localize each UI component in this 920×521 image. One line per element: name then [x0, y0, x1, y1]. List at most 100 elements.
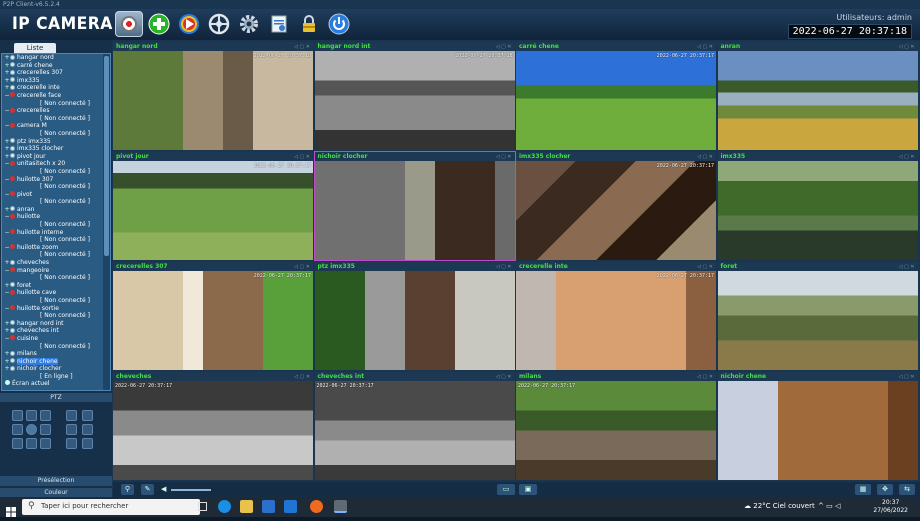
tree-item[interactable]: − mangeoire: [4, 267, 104, 275]
camera-tile[interactable]: imx335 clocher ◁ ▢ ✕ 2022-06-27 20:37:17: [516, 152, 716, 260]
device-tree[interactable]: + hangar nord + carré chene + crecerelles 307…: [1, 53, 111, 391]
mail-taskbar-icon[interactable]: [284, 500, 297, 513]
ptz-down-button[interactable]: [26, 438, 37, 449]
camera-tile[interactable]: ptz imx335 ◁ ▢ ✕: [314, 262, 515, 370]
tree-status-item[interactable]: [ Non connecté ]: [4, 312, 104, 320]
snapshot-button[interactable]: ▣: [519, 484, 537, 495]
expand-icon[interactable]: +: [4, 62, 10, 70]
tree-item[interactable]: + nichoir chene: [4, 357, 104, 366]
iris-close-button[interactable]: [82, 438, 93, 449]
camera-feed[interactable]: [314, 51, 515, 150]
camera-feed[interactable]: [113, 381, 313, 480]
tree-status-item[interactable]: [ Non connecté ]: [4, 236, 104, 244]
camera-feed[interactable]: [314, 161, 515, 260]
tile-controls-icon[interactable]: ◁ ▢ ✕: [294, 264, 310, 270]
tile-controls-icon[interactable]: ◁ ▢ ✕: [496, 44, 512, 50]
camera-tile[interactable]: foret ◁ ▢ ✕: [717, 262, 918, 370]
camera-feed[interactable]: [516, 161, 716, 260]
camera-tile[interactable]: nichoir clocher ◁ ▢ ✕: [313, 151, 516, 261]
camera-feed[interactable]: [717, 381, 918, 480]
camera-tile[interactable]: cheveches ◁ ▢ ✕ 2022-06-27 20:37:17: [113, 372, 313, 480]
expand-icon[interactable]: −: [4, 267, 10, 275]
camera-feed[interactable]: [113, 161, 313, 260]
tree-item[interactable]: − crecerelle face: [4, 92, 104, 100]
tree-item[interactable]: + imx335 clocher: [4, 145, 104, 153]
playback-button[interactable]: [178, 13, 200, 35]
tree-item[interactable]: − huilotte 307: [4, 176, 104, 184]
power-button[interactable]: [328, 13, 350, 35]
ptz-left-button[interactable]: [12, 424, 23, 435]
camera-tile[interactable]: carré chene ◁ ▢ ✕ 2022-06-27 20:37:17: [516, 42, 716, 150]
camera-tile[interactable]: milans ◁ ▢ ✕ 2022-06-27 20:37:17: [516, 372, 716, 480]
start-button[interactable]: [6, 502, 16, 517]
tree-item[interactable]: + foret: [4, 282, 104, 290]
camera-tile[interactable]: cheveches int ◁ ▢ ✕ 2022-06-27 20:37:17: [314, 372, 515, 480]
camera-tile[interactable]: pivot jour ◁ ▢ ✕ 2022-06-27 20:37:17: [113, 152, 313, 260]
taskbar-search[interactable]: ⚲ Taper ici pour rechercher: [22, 499, 200, 515]
settings-button[interactable]: [238, 13, 260, 35]
volume-slider[interactable]: [171, 489, 211, 491]
camera-tile[interactable]: crecerelles 307 ◁ ▢ ✕ 2022-06-27 20:37:17: [113, 262, 313, 370]
camera-tile[interactable]: hangar nord int ◁ ▢ ✕ 2022-06-27 20:37:18: [314, 42, 515, 150]
list-tab[interactable]: Liste: [14, 43, 56, 53]
tree-scrollbar-thumb[interactable]: [104, 56, 109, 256]
tree-status-item[interactable]: [ Non connecté ]: [4, 115, 104, 123]
expand-icon[interactable]: −: [4, 191, 10, 199]
camera-tile[interactable]: crecerelle inte ◁ ▢ ✕ 2022-06-27 20:37:17: [516, 262, 716, 370]
tree-item[interactable]: + anran: [4, 206, 104, 214]
tree-status-item[interactable]: [ Non connecté ]: [4, 130, 104, 138]
zoom-in-button[interactable]: [66, 410, 77, 421]
add-device-button[interactable]: [148, 13, 170, 35]
tile-controls-icon[interactable]: ◁ ▢ ✕: [294, 374, 310, 380]
tile-controls-icon[interactable]: ◁ ▢ ✕: [697, 44, 713, 50]
firefox-taskbar-icon[interactable]: [310, 500, 323, 513]
live-view-button[interactable]: [115, 11, 143, 37]
tree-item[interactable]: − huilotte interne: [4, 229, 104, 237]
tree-item[interactable]: + cheveches: [4, 259, 104, 267]
camera-feed[interactable]: [717, 161, 918, 260]
preset-section[interactable]: Présélection: [0, 476, 112, 486]
iris-open-button[interactable]: [66, 438, 77, 449]
tree-status-item[interactable]: [ Non connecté ]: [4, 198, 104, 206]
tile-controls-icon[interactable]: ◁ ▢ ✕: [697, 154, 713, 160]
ptz-up-button[interactable]: [26, 410, 37, 421]
camera-tile[interactable]: anran ◁ ▢ ✕: [717, 42, 918, 150]
weather-widget[interactable]: ☁ 22°C Ciel couvert: [744, 502, 815, 510]
tile-controls-icon[interactable]: ◁ ▢ ✕: [294, 154, 310, 160]
tree-item[interactable]: + cheveches int: [4, 327, 104, 335]
tree-item[interactable]: − cuisine: [4, 335, 104, 343]
tile-controls-icon[interactable]: ◁ ▢ ✕: [899, 374, 915, 380]
expand-icon[interactable]: −: [4, 289, 10, 297]
tree-status-item[interactable]: [ Non connecté ]: [4, 251, 104, 259]
tree-item[interactable]: − huilotte cave: [4, 289, 104, 297]
fullscreen-button[interactable]: ✥: [877, 484, 893, 495]
expand-icon[interactable]: −: [4, 305, 10, 313]
tools-button[interactable]: ✎: [141, 484, 154, 495]
tree-item[interactable]: − unitasitech x 20: [4, 160, 104, 168]
tree-item[interactable]: − camera M: [4, 122, 104, 130]
tree-item[interactable]: + crecerelle inte: [4, 84, 104, 92]
camera-feed[interactable]: [516, 271, 716, 370]
camera-feed[interactable]: [717, 271, 918, 370]
tree-status-item[interactable]: [ Non connecté ]: [4, 168, 104, 176]
focus-near-button[interactable]: [66, 424, 77, 435]
tile-controls-icon[interactable]: ◁ ▢ ✕: [496, 374, 512, 380]
system-tray[interactable]: ^ ▭ ◁: [818, 502, 840, 510]
tile-controls-icon[interactable]: ◁ ▢ ✕: [294, 44, 310, 50]
tree-status-item[interactable]: [ Non connecté ]: [4, 183, 104, 191]
tree-item[interactable]: + carré chene: [4, 62, 104, 70]
tree-status-item[interactable]: [ Non connecté ]: [4, 297, 104, 305]
tree-item[interactable]: + pivot jour: [4, 153, 104, 161]
tree-status-item[interactable]: [ Non connecté ]: [4, 274, 104, 282]
tree-item[interactable]: + ptz imx335: [4, 138, 104, 146]
expand-icon[interactable]: +: [4, 138, 10, 146]
ptz-down-right-button[interactable]: [40, 438, 51, 449]
color-section[interactable]: Couleur: [0, 488, 112, 497]
camera-feed[interactable]: [314, 271, 515, 370]
tile-controls-icon[interactable]: ◁ ▢ ✕: [697, 264, 713, 270]
tree-item[interactable]: + hangar nord int: [4, 320, 104, 328]
tree-item[interactable]: − crecerelles: [4, 107, 104, 115]
lock-button[interactable]: [298, 13, 320, 35]
ptz-control-button[interactable]: [208, 13, 230, 35]
store-taskbar-icon[interactable]: [262, 500, 275, 513]
